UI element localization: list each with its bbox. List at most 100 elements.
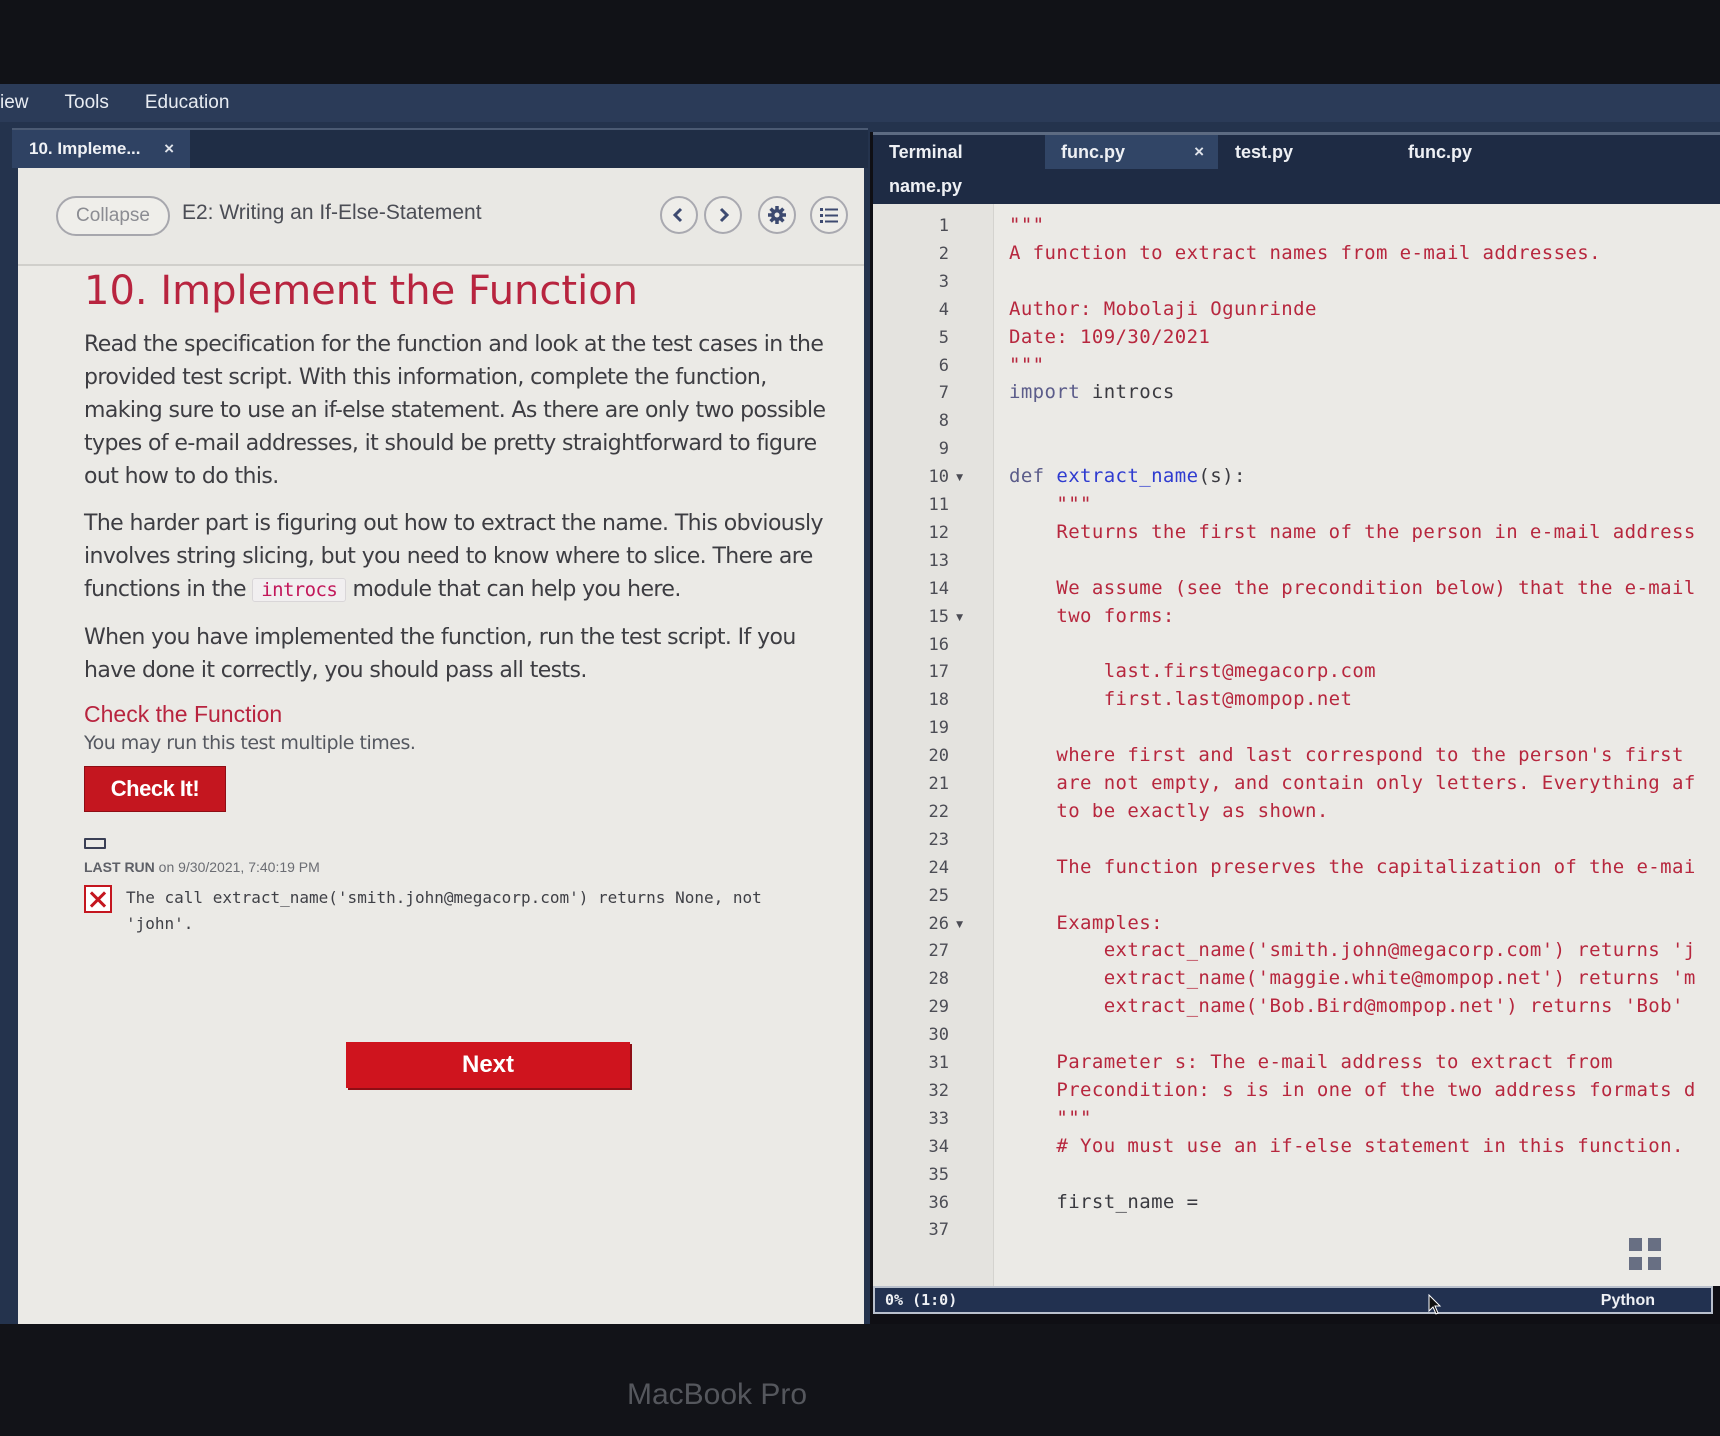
line-number: 14 — [928, 578, 949, 599]
code-line: Parameter s: The e-mail address to extra… — [1009, 1051, 1613, 1073]
minimize-editor-icon[interactable] — [1625, 1234, 1665, 1274]
tab-test-py[interactable]: test.py — [1235, 135, 1395, 169]
last-run-label: LAST RUN — [84, 859, 155, 875]
line-number: 36 — [928, 1192, 949, 1213]
check-it-button[interactable]: Check It! — [84, 766, 226, 812]
code-line: Date: 109/30/2021 — [1009, 325, 1211, 348]
device-label: MacBook Pro — [626, 1378, 808, 1411]
para2-text-after: module that can help you here. — [346, 577, 682, 602]
line-number: 15 — [928, 606, 949, 627]
code-line: Author: Mobolaji Ogunrinde — [1009, 297, 1317, 320]
next-lesson-button[interactable] — [704, 196, 742, 234]
line-number: 3 — [938, 271, 949, 292]
tab-terminal-label: Terminal — [889, 141, 963, 162]
tab-lesson-label: 10. Impleme... — [29, 139, 141, 158]
table-of-contents-button[interactable] — [810, 196, 848, 234]
code-line: Precondition: s is in one of the two add… — [1009, 1078, 1696, 1101]
collapse-button[interactable]: Collapse — [56, 196, 170, 236]
list-icon — [820, 208, 838, 223]
close-icon[interactable]: × — [1194, 142, 1204, 162]
line-number: 5 — [938, 327, 949, 348]
line-number: 13 — [928, 550, 949, 571]
code-line: """ — [1009, 353, 1045, 376]
chevron-right-icon — [719, 207, 730, 223]
code-line: first.last@mompop.net — [1009, 688, 1353, 711]
code-line: """ — [1009, 493, 1092, 515]
bezel-top — [0, 0, 1720, 84]
close-icon[interactable]: × — [164, 139, 174, 159]
line-number: 11 — [928, 495, 949, 515]
lesson-content: 10. Implement the Function Read the spec… — [84, 268, 844, 937]
tab-terminal[interactable]: Terminal — [889, 135, 1039, 169]
language-mode[interactable]: Python — [1601, 1292, 1655, 1310]
menu-education[interactable]: Education — [145, 92, 230, 114]
line-number: 2 — [938, 243, 949, 264]
code-line: Returns the first name of the person in … — [1009, 520, 1696, 543]
line-number: 32 — [928, 1080, 949, 1101]
menu-view[interactable]: iew — [0, 92, 29, 114]
line-number: 19 — [928, 718, 949, 739]
minimize-result-icon[interactable] — [84, 838, 106, 849]
editor-pane: Terminal func.py × test.py func.py name.… — [870, 132, 1720, 1324]
line-number: 22 — [928, 801, 949, 822]
screen: iew Tools Education 10. Impleme... × Col… — [0, 84, 1720, 1330]
menu-tools[interactable]: Tools — [65, 92, 109, 114]
code-line: to be exactly as shown. — [1009, 799, 1329, 822]
line-number: 28 — [928, 969, 949, 990]
line-number: 23 — [928, 829, 949, 850]
next-button[interactable]: Next — [346, 1042, 630, 1088]
line-number: 12 — [928, 522, 949, 543]
line-number: 18 — [928, 690, 949, 711]
check-section-title: Check the Function — [84, 701, 283, 727]
code-line: first_name = — [1009, 1190, 1199, 1213]
line-number: 37 — [928, 1220, 949, 1241]
lesson-panel: Collapse E2: Writing an If-Else-Statemen… — [18, 168, 864, 1330]
line-number: 9 — [938, 439, 949, 460]
gear-icon — [768, 206, 786, 224]
lesson-name: E2: Writing an If-Else-Statement — [182, 201, 482, 224]
lesson-pane: 10. Impleme... × Collapse E2: Writing an… — [12, 128, 868, 1330]
tab-func-py-2-label: func.py — [1408, 141, 1473, 162]
tab-func-py-active[interactable]: func.py × — [1045, 135, 1218, 169]
line-number: 34 — [928, 1136, 949, 1157]
code-editor[interactable]: 1 2 3 4 5 6 7 8 9 10 ▼ 11 12 13 14 15 ▼ 16 17 18 19 20 21 22 23 2… — [873, 204, 1720, 1286]
fold-arrow-icon[interactable]: ▼ — [956, 613, 963, 623]
tab-func-py-2[interactable]: func.py — [1408, 135, 1568, 169]
settings-button[interactable] — [758, 196, 796, 234]
line-number: 26 — [928, 913, 949, 934]
line-number: 1 — [938, 216, 949, 236]
tab-name-py-label: name.py — [889, 175, 963, 196]
tab-lesson[interactable]: 10. Impleme... × — [12, 130, 190, 168]
fold-arrow-icon[interactable]: ▼ — [956, 920, 963, 930]
last-run-value: on 9/30/2021, 7:40:19 PM — [154, 859, 320, 875]
instructions-paragraph-2: The harder part is figuring out how to e… — [84, 507, 844, 607]
code-line: two forms: — [1009, 604, 1175, 627]
code-line: extract_name('maggie.white@mompop.net') … — [1009, 967, 1696, 990]
code-line: extract_name('Bob.Bird@mompop.net') retu… — [1009, 995, 1684, 1018]
code-line: extract_name('smith.john@megacorp.com') … — [1009, 939, 1696, 962]
code-line: are not empty, and contain only letters.… — [1009, 772, 1696, 794]
line-number: 31 — [928, 1053, 949, 1073]
line-number: 6 — [938, 355, 949, 376]
fold-arrow-icon[interactable]: ▼ — [956, 473, 963, 483]
tab-func-py-label: func.py — [1061, 141, 1126, 162]
lesson-header: Collapse E2: Writing an If-Else-Statemen… — [18, 168, 864, 266]
chevron-left-icon — [672, 207, 683, 223]
lesson-tab-bar: 10. Impleme... × — [12, 128, 868, 168]
test-result-message: The call extract_name('smith.john@megaco… — [126, 888, 762, 933]
code-line: Examples: — [1009, 911, 1163, 934]
code-line: We assume (see the precondition below) t… — [1009, 576, 1696, 599]
menu-bar: iew Tools Education — [0, 84, 1720, 122]
page-title: 10. Implement the Function — [84, 268, 639, 314]
line-number: 33 — [928, 1108, 949, 1129]
line-number: 16 — [928, 634, 949, 655]
tab-name-py[interactable]: name.py — [889, 169, 1039, 203]
check-section-note: You may run this test multiple times. — [84, 732, 416, 754]
mouse-cursor-icon — [1428, 1294, 1442, 1315]
previous-button[interactable] — [660, 196, 698, 234]
line-number: 17 — [928, 662, 949, 683]
code-line: last.first@megacorp.com — [1009, 660, 1377, 683]
line-number: 30 — [928, 1025, 949, 1046]
code-line: import introcs — [1009, 381, 1175, 404]
cursor-position: 0% (1:0) — [885, 1291, 958, 1309]
